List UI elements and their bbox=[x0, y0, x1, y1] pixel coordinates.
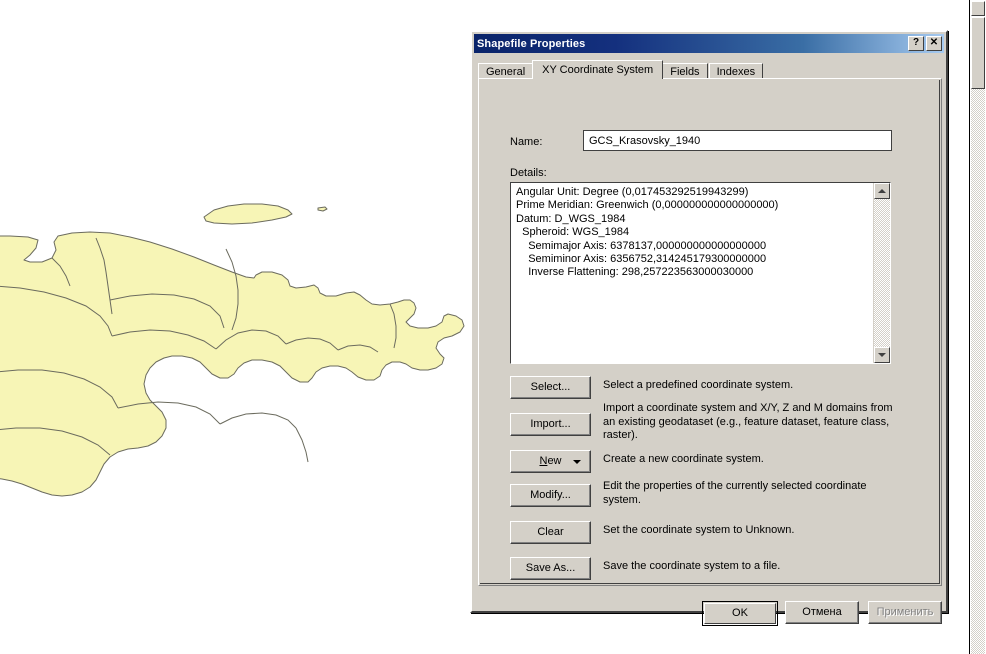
dialog-title: Shapefile Properties bbox=[477, 37, 586, 50]
triangle-down-icon bbox=[878, 353, 886, 357]
modify-description: Edit the properties of the currently sel… bbox=[603, 480, 867, 506]
new-description: Create a new coordinate system. bbox=[603, 453, 764, 465]
clear-button[interactable]: Clear bbox=[510, 521, 591, 544]
tab-strip: General XY Coordinate System Fields Inde… bbox=[478, 60, 942, 79]
select-description: Select a predefined coordinate system. bbox=[603, 379, 794, 391]
name-input[interactable] bbox=[583, 130, 892, 151]
apply-button: Применить bbox=[868, 601, 942, 624]
details-text: Angular Unit: Degree (0,0174532925199432… bbox=[516, 186, 779, 279]
cancel-button[interactable]: Отмена bbox=[785, 601, 859, 624]
details-vertical-scrollbar[interactable] bbox=[873, 183, 890, 363]
scrollbar-thumb[interactable] bbox=[971, 17, 985, 89]
scroll-up-button[interactable] bbox=[971, 1, 985, 16]
chevron-down-icon bbox=[573, 459, 581, 464]
cancel-button-label: Отмена bbox=[802, 606, 842, 618]
save-as-button[interactable]: Save As... bbox=[510, 557, 591, 580]
name-input-field[interactable] bbox=[584, 131, 891, 150]
modify-button[interactable]: Modify... bbox=[510, 484, 591, 507]
shapefile-properties-dialog: Shapefile Properties ? ✕ General XY Coor… bbox=[470, 30, 948, 626]
triangle-up-icon bbox=[878, 189, 886, 193]
save-as-button-label: Save As... bbox=[525, 562, 576, 574]
ok-button-label: OK bbox=[704, 603, 776, 624]
clear-button-label: Clear bbox=[537, 526, 564, 538]
tab-fields[interactable]: Fields bbox=[662, 63, 708, 79]
new-button[interactable]: New bbox=[510, 450, 591, 473]
new-button-label: New bbox=[539, 455, 562, 467]
dialog-titlebar[interactable]: Shapefile Properties ? ✕ bbox=[474, 34, 944, 53]
name-label: Name: bbox=[510, 136, 543, 148]
help-button[interactable]: ? bbox=[908, 36, 924, 51]
tab-indexes[interactable]: Indexes bbox=[708, 63, 764, 79]
tab-panel-xy-coordinate-system: Name: Details: Angular Unit: Degree (0,0… bbox=[478, 78, 942, 586]
application-vertical-scrollbar[interactable] bbox=[969, 0, 986, 654]
import-description: Import a coordinate system and X/Y, Z an… bbox=[603, 402, 893, 441]
save-as-description: Save the coordinate system to a file. bbox=[603, 560, 781, 572]
tab-xy-coordinate-system[interactable]: XY Coordinate System bbox=[532, 60, 664, 79]
details-scroll-up-button[interactable] bbox=[874, 183, 890, 199]
details-label: Details: bbox=[510, 167, 547, 179]
clear-description: Set the coordinate system to Unknown. bbox=[603, 524, 795, 536]
tab-general[interactable]: General bbox=[478, 63, 534, 79]
select-button-label: Select... bbox=[530, 381, 571, 393]
ok-button[interactable]: OK bbox=[702, 601, 778, 626]
close-icon[interactable]: ✕ bbox=[926, 36, 942, 51]
import-button[interactable]: Import... bbox=[510, 413, 591, 436]
select-button[interactable]: Select... bbox=[510, 376, 591, 399]
apply-button-label: Применить bbox=[876, 606, 934, 618]
modify-button-label: Modify... bbox=[530, 489, 571, 501]
scrollbar-track[interactable] bbox=[971, 17, 985, 654]
details-scroll-down-button[interactable] bbox=[874, 347, 890, 363]
import-button-label: Import... bbox=[530, 418, 571, 430]
details-listbox[interactable]: Angular Unit: Degree (0,0174532925199432… bbox=[510, 182, 891, 364]
